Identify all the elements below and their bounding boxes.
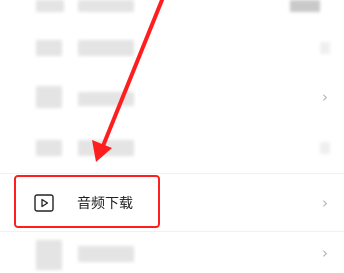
- blurred-trailing: [320, 142, 330, 154]
- chevron-right-icon[interactable]: ›: [322, 196, 328, 211]
- blurred-icon: [36, 0, 64, 12]
- blurred-icon: [36, 140, 62, 156]
- divider: [0, 173, 344, 174]
- blurred-label: [78, 140, 134, 156]
- divider: [0, 231, 344, 232]
- highlight-box: [14, 175, 160, 228]
- blurred-trailing: [320, 42, 330, 54]
- blurred-icon: [36, 86, 62, 108]
- blurred-icon: [36, 40, 62, 56]
- blurred-label: [78, 246, 134, 262]
- chevron-right-icon: ›: [322, 244, 328, 262]
- blurred-trailing: [290, 0, 320, 12]
- blurred-icon: [36, 240, 62, 270]
- blurred-label: [78, 92, 134, 106]
- settings-screen: › 音频下载 › ›: [0, 0, 344, 273]
- blurred-label: [78, 0, 134, 12]
- chevron-right-icon: ›: [322, 88, 328, 106]
- blurred-label: [78, 40, 134, 56]
